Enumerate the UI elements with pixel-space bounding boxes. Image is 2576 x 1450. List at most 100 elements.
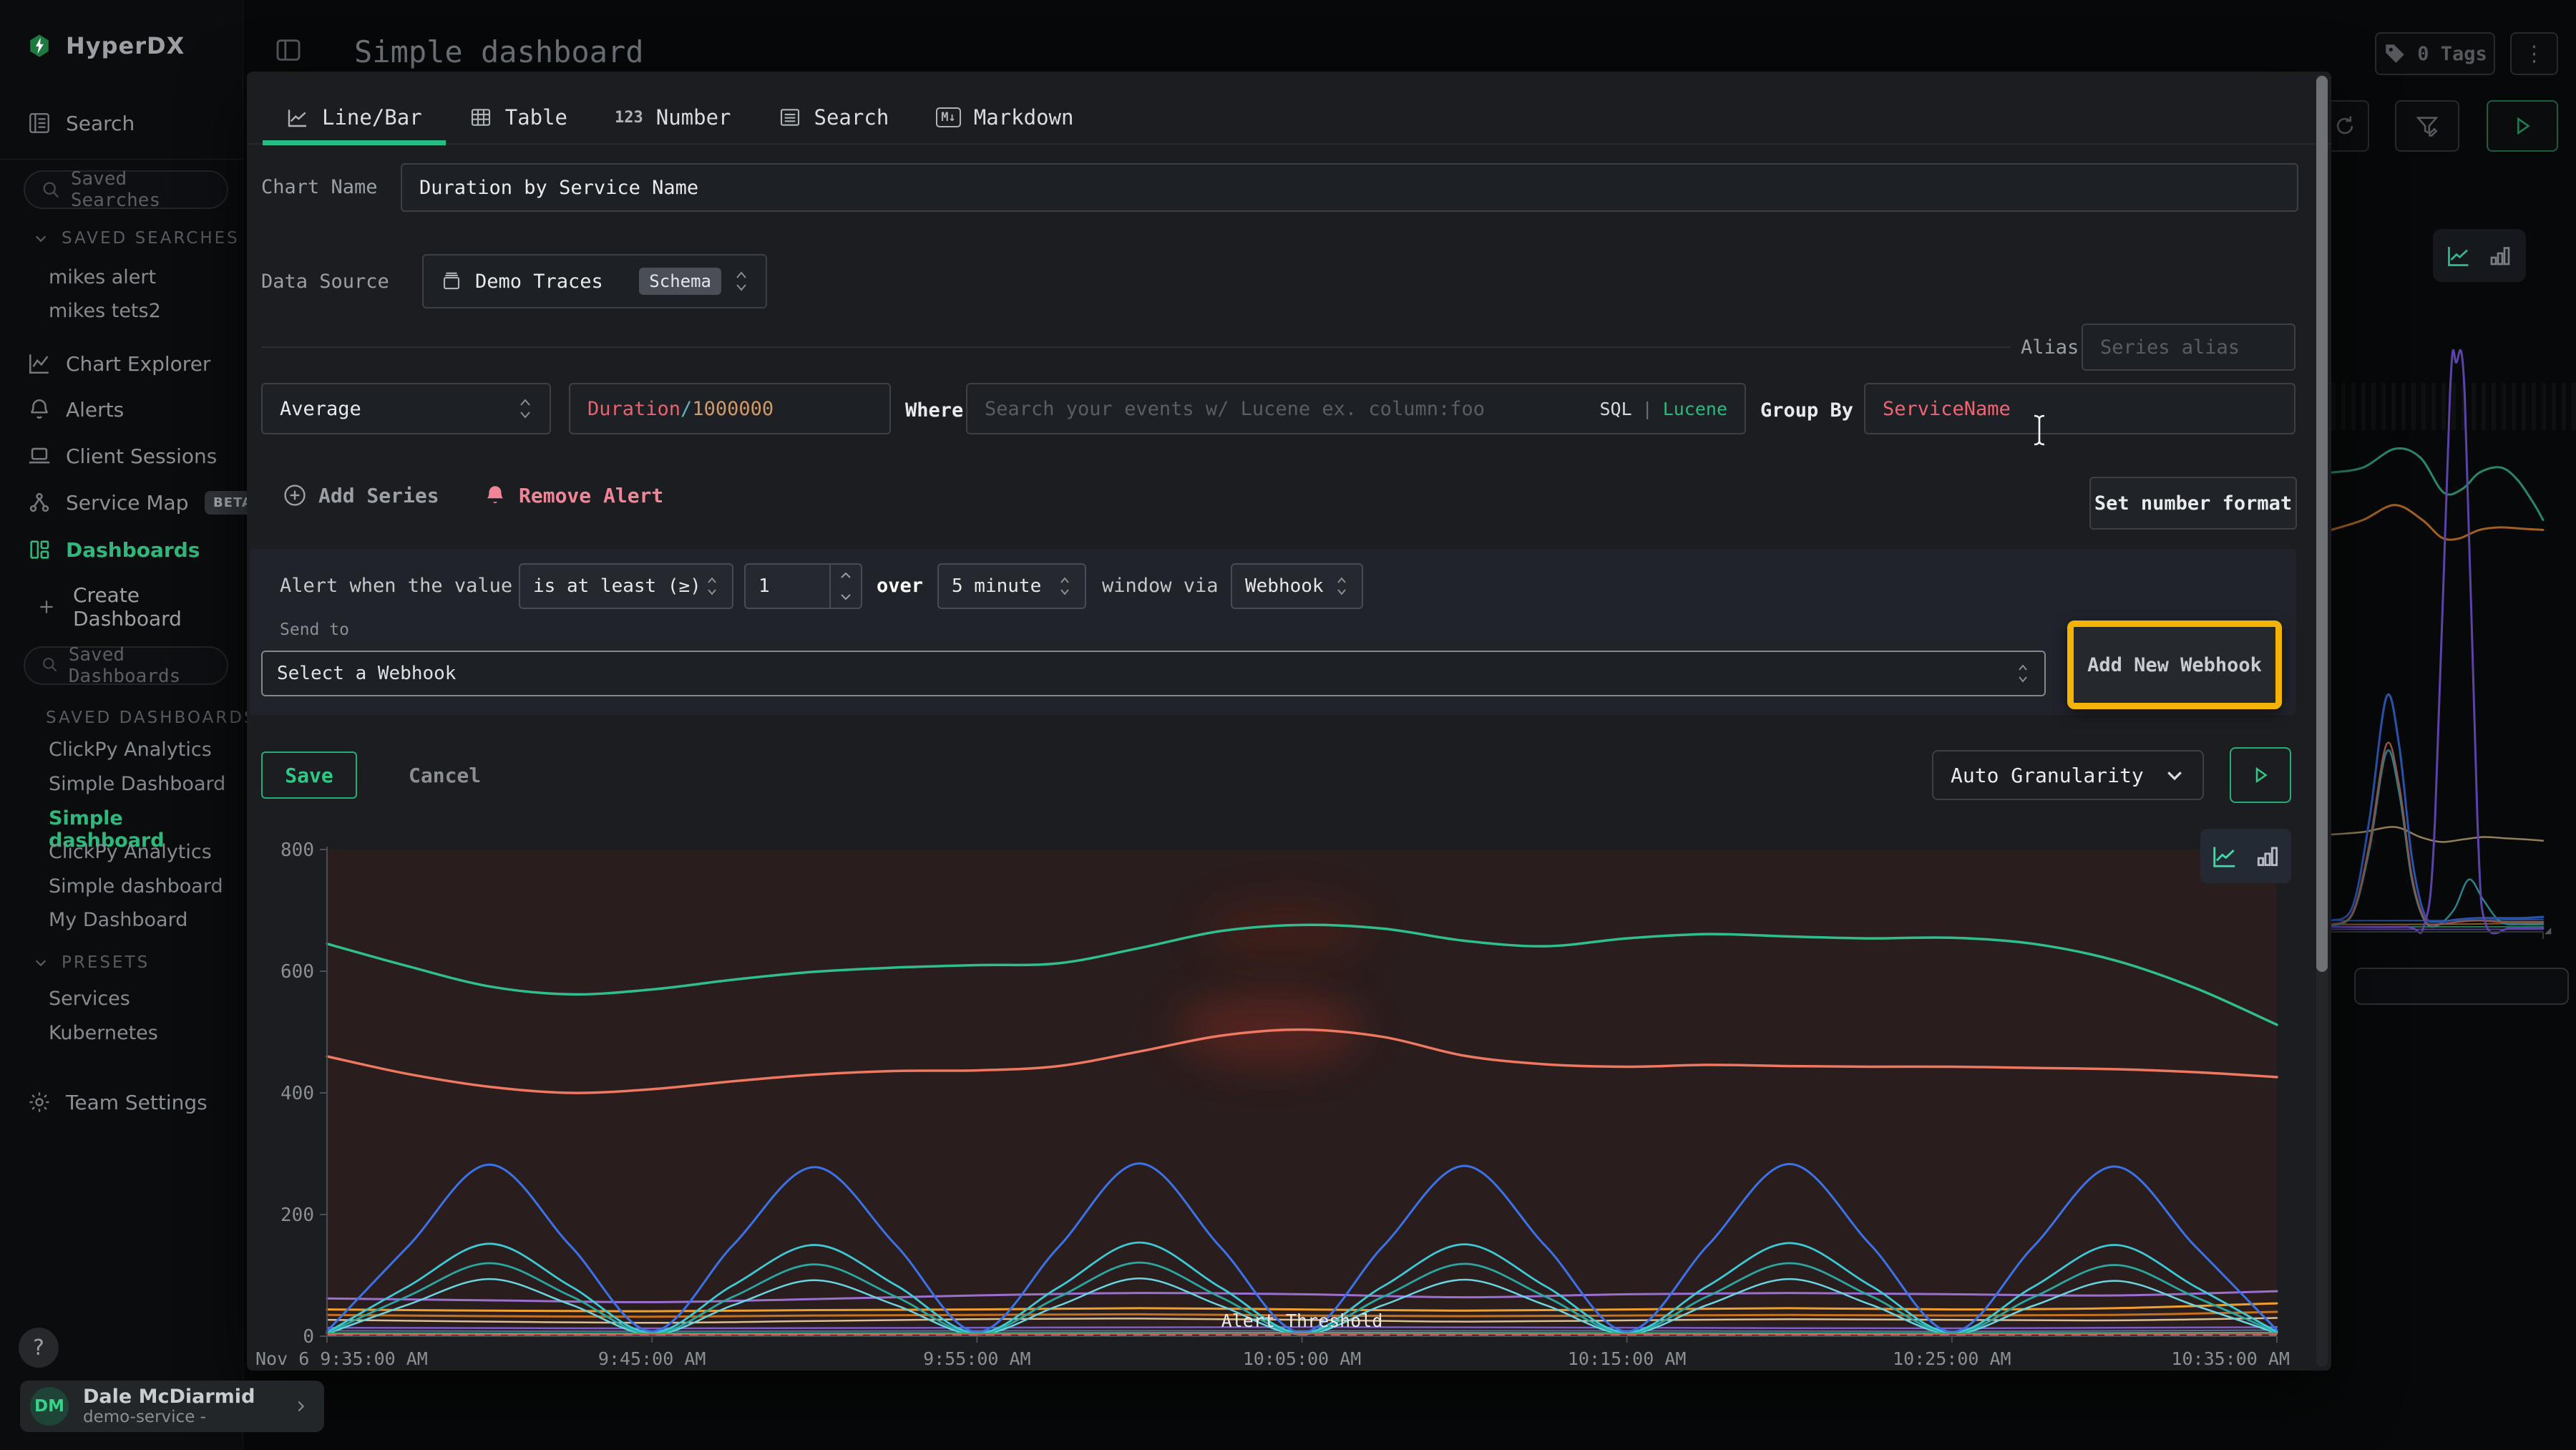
select-chevrons-icon [518,396,532,421]
group-by-input[interactable]: ServiceName [1864,383,2296,434]
saved-dashboards-input[interactable]: Saved Dashboards [24,646,228,685]
data-source-label: Data Source [261,271,389,293]
laptop-icon [27,444,52,468]
svg-text:10:25:00 AM: 10:25:00 AM [1893,1348,2011,1368]
alert-settings-panel: Alert when the value is at least (≥) 1 o… [250,549,2296,715]
tab-markdown[interactable]: M↓ Markdown [912,91,1097,144]
chevron-right-icon [293,1398,308,1414]
background-chart-type-toggle[interactable] [2433,229,2526,282]
number-stepper[interactable] [829,565,861,608]
tag-icon [2383,42,2407,66]
background-tile-chart [2331,208,2576,981]
aggregation-select[interactable]: Average [261,383,551,434]
sidebar-item-team-settings[interactable]: Team Settings [0,1086,243,1118]
tab-line-bar[interactable]: Line/Bar [263,91,446,144]
alias-label: Alias [2021,336,2079,359]
lucene-toggle[interactable]: Lucene [1663,399,1727,419]
sidebar-item-chart-explorer[interactable]: Chart Explorer [0,348,243,379]
save-button[interactable]: Save [261,751,357,799]
saved-search-item[interactable]: mikes alert [49,266,156,288]
svg-text:0: 0 [303,1326,314,1348]
edit-chart-modal: Line/Bar Table 123 Number Search M↓ Mark… [247,72,2331,1371]
refresh-icon [2333,114,2357,138]
background-chart-tile [2331,208,2576,981]
bar-chart-icon[interactable] [2487,243,2513,268]
add-new-webhook-button[interactable]: Add New Webhook [2087,654,2262,676]
chevron-down-icon [33,230,49,246]
saved-dashboards-header[interactable]: SAVED DASHBOARDS [33,709,248,727]
svg-text:600: 600 [280,961,314,983]
chart-name-input[interactable]: Duration by Service Name [401,163,2298,212]
alert-window-select[interactable]: 5 minute [937,563,1086,609]
kebab-menu-button[interactable]: ⋮ [2510,32,2558,75]
user-name: Dale McDiarmid [83,1386,255,1408]
tab-search[interactable]: Search [755,91,913,144]
run-chart-button[interactable] [2230,747,2291,803]
alert-channel-select[interactable]: Webhook [1231,563,1363,609]
alert-prefix-text: Alert when the value [280,575,512,597]
sidebar-item-client-sessions[interactable]: Client Sessions [0,440,243,472]
user-subtitle: demo-service - [83,1408,255,1426]
saved-dashboard-item[interactable]: My Dashboard [49,909,187,931]
add-new-webhook-highlight: Add New Webhook [2067,621,2282,709]
schema-badge[interactable]: Schema [639,268,721,295]
add-series-button[interactable]: Add Series [283,483,439,507]
help-button[interactable]: ? [19,1328,59,1368]
data-source-select[interactable]: Demo Traces Schema [422,254,767,308]
webhook-select[interactable]: Select a Webhook [261,651,2046,696]
cancel-button[interactable]: Cancel [399,751,491,799]
saved-search-item[interactable]: mikes tets2 [49,300,161,322]
alert-condition-select[interactable]: is at least (≥) [519,563,733,609]
plus-circle-icon [283,483,307,507]
resize-handle-icon[interactable] [2537,920,2553,936]
saved-dashboard-item[interactable]: ClickPy Analytics [49,841,212,863]
create-dashboard-button[interactable]: Create Dashboard [0,591,243,623]
hyperdx-logo-icon [27,34,52,58]
text-cursor-icon [2030,414,2049,447]
line-chart-icon[interactable] [2446,243,2472,268]
saved-searches-header[interactable]: SAVED SEARCHES [33,229,240,248]
where-input[interactable]: Search your events w/ Lucene ex. column:… [966,383,1746,434]
select-chevrons-icon [705,574,719,598]
run-query-button-background[interactable] [2487,100,2558,152]
sidebar-item-alerts[interactable]: Alerts [0,394,243,425]
search-icon [41,180,61,200]
saved-dashboard-item[interactable]: ClickPy Analytics [49,739,212,761]
svg-text:Nov 6 9:35:00 AM: Nov 6 9:35:00 AM [255,1348,428,1368]
select-chevrons-icon [1335,574,1349,598]
svg-text:9:55:00 AM: 9:55:00 AM [923,1348,1031,1368]
tags-button[interactable]: 0 Tags [2375,32,2495,75]
filter-button[interactable] [2395,100,2459,152]
presets-header[interactable]: PRESETS [33,953,150,972]
preset-item[interactable]: Kubernetes [49,1022,158,1044]
sidebar-item-service-map[interactable]: Service Map BETA [0,487,243,518]
granularity-select[interactable]: Auto Granularity [1932,750,2204,800]
sql-toggle[interactable]: SQL [1599,399,1631,419]
alias-input[interactable]: Series alias [2082,323,2296,371]
modal-scrollbar-thumb[interactable] [2316,76,2328,972]
chart-type-toggle[interactable] [2200,829,2291,883]
tab-number[interactable]: 123 Number [591,91,755,144]
table-icon [469,106,492,129]
set-number-format-button[interactable]: Set number format [2089,477,2297,530]
alert-threshold-input[interactable]: 1 [744,563,862,609]
brand-name: HyperDX [66,32,185,59]
user-card[interactable]: DM Dale McDiarmid demo-service - [20,1381,324,1432]
brand[interactable]: HyperDX [0,30,243,62]
database-icon [441,271,462,292]
bar-chart-icon[interactable] [2254,842,2281,870]
collapse-sidebar-icon[interactable] [274,36,303,64]
saved-dashboard-item[interactable]: Simple dashboard [49,875,223,897]
line-chart-icon[interactable] [2211,842,2238,870]
remove-alert-button[interactable]: Remove Alert [483,483,663,507]
field-expression-input[interactable]: Duration/1000000 [569,383,891,434]
chevron-down-icon [33,955,49,970]
svg-text:10:05:00 AM: 10:05:00 AM [1243,1348,1362,1368]
preset-item[interactable]: Services [49,988,130,1010]
sidebar-item-dashboards[interactable]: Dashboards [0,534,243,565]
tab-table[interactable]: Table [446,91,591,144]
sidebar-item-search[interactable]: Search [0,107,243,139]
saved-searches-input[interactable]: Saved Searches [24,170,228,209]
svg-text:9:45:00 AM: 9:45:00 AM [598,1348,706,1368]
saved-dashboard-item[interactable]: Simple Dashboard [49,773,225,795]
